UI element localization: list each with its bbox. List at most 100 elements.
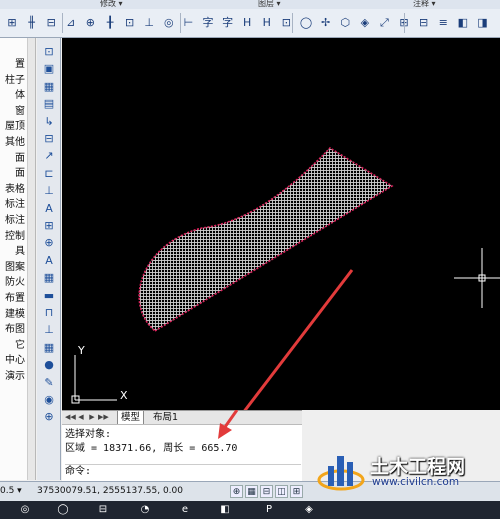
toolbar-tool-icon[interactable]: ⊡ — [40, 44, 58, 60]
panel-menu-item[interactable]: 建模 — [5, 308, 25, 322]
panel-menu-item[interactable]: 演示 — [5, 370, 25, 384]
ucs-x-label: X — [120, 389, 128, 402]
ribbon-tool-icon[interactable]: 字 — [200, 15, 216, 31]
status-toggle-icon[interactable]: ▦ — [245, 485, 258, 498]
ribbon-tool-icon[interactable]: ◧ — [455, 15, 471, 31]
ribbon-tool-icon[interactable]: ⤢ — [376, 15, 392, 31]
toolbar-tool-icon[interactable]: ⊞ — [40, 218, 58, 234]
ribbon-separator — [180, 13, 181, 33]
toolbar-tool-icon[interactable]: ▦ — [40, 270, 58, 286]
ribbon-group-annotate[interactable]: 注释 ▾ — [413, 0, 436, 9]
ribbon-tool-icon[interactable]: ⊟ — [416, 15, 432, 31]
toolbar-tool-icon[interactable]: ↳ — [40, 114, 58, 130]
toolbar-tool-icon[interactable]: ⊓ — [40, 305, 58, 321]
ribbon-tool-icon[interactable]: ⊞ — [4, 15, 20, 31]
annotation-scale[interactable]: 0.5 ▾ — [0, 486, 22, 496]
toolbar-tool-icon[interactable]: ⊥ — [40, 322, 58, 338]
ribbon-tool-icon[interactable]: ◈ — [357, 15, 373, 31]
watermark-url: www.civilcn.com — [372, 476, 460, 488]
taskbar-app-icon[interactable]: e — [178, 503, 192, 517]
toolbar-tool-icon[interactable]: ⊟ — [40, 131, 58, 147]
ribbon-tool-icon[interactable]: H — [259, 15, 275, 31]
toolbar-tool-icon[interactable]: ⊏ — [40, 166, 58, 182]
panel-menu-item[interactable]: 其他 — [5, 136, 25, 150]
cursor-coordinates: 37530079.51, 2555137.55, 0.00 — [37, 486, 183, 496]
ribbon-group-modify[interactable]: 修改 ▾ — [100, 0, 123, 9]
annotation-arrow — [243, 269, 354, 410]
panel-menu-item[interactable]: 防火 — [5, 276, 25, 290]
taskbar-app-icon[interactable]: ◯ — [56, 503, 70, 517]
panel-menu-item[interactable]: 柱子 — [5, 74, 25, 88]
panel-menu-item[interactable]: 窗 — [15, 105, 25, 119]
panel-menu-item[interactable]: 置 — [15, 58, 25, 72]
ribbon-group-layer[interactable]: 图层 ▾ — [258, 0, 281, 9]
status-toggle-icon[interactable]: ⊟ — [260, 485, 273, 498]
panel-menu-item[interactable]: 具 — [15, 245, 25, 259]
toolbar-tool-icon[interactable]: A — [40, 253, 58, 269]
status-toggle-icon[interactable]: ⊞ — [290, 485, 303, 498]
toolbar-tool-icon[interactable]: ↗ — [40, 148, 58, 164]
ribbon-tool-icon[interactable]: ⊢ — [180, 15, 196, 31]
ribbon-tool-icon[interactable]: ✢ — [318, 15, 334, 31]
panel-menu-item[interactable]: 面 — [15, 152, 25, 166]
panel-menu-item[interactable]: 标注 — [5, 214, 25, 228]
taskbar-app-icon[interactable]: ◧ — [218, 503, 232, 517]
ribbon-tool-icon[interactable]: H — [239, 15, 255, 31]
panel-menu-item[interactable]: 图案 — [5, 261, 25, 275]
ribbon-tool-icon[interactable]: ⊥ — [141, 15, 157, 31]
panel-menu-item[interactable]: 控制 — [5, 230, 25, 244]
taskbar-app-icon[interactable]: ◈ — [302, 503, 316, 517]
panel-menu-item[interactable]: 标注 — [5, 198, 25, 212]
ribbon-tool-icon[interactable]: ⬡ — [337, 15, 353, 31]
ribbon-tool-icon[interactable]: ◨ — [474, 15, 490, 31]
hatched-region[interactable] — [138, 146, 394, 332]
status-toggle-icon[interactable]: ⊕ — [230, 485, 243, 498]
panel-menu-item[interactable]: 布图 — [5, 323, 25, 337]
toolbar-tool-icon[interactable]: ⊕ — [40, 409, 58, 425]
panel-menu-item[interactable]: 屋顶 — [5, 120, 25, 134]
toolbar-tool-icon[interactable]: ✎ — [40, 375, 58, 391]
panel-scrollbar[interactable] — [27, 38, 35, 480]
site-watermark: 土木工程网 www.civilcn.com — [316, 448, 500, 494]
panel-menu-item[interactable]: 布置 — [5, 292, 25, 306]
ribbon-group-labels: 修改 ▾ 图层 ▾ 注释 ▾ — [0, 0, 500, 9]
toolbar-tool-icon[interactable]: A — [40, 201, 58, 217]
command-prompt-input[interactable]: 命令: — [65, 464, 301, 477]
panel-menu-item[interactable]: 中心 — [5, 354, 25, 368]
toolbar-tool-icon[interactable]: ⊕ — [40, 235, 58, 251]
ribbon-tool-icon[interactable]: ≡ — [435, 15, 451, 31]
toolbar-tool-icon[interactable]: ◉ — [40, 392, 58, 408]
ribbon-tool-icon[interactable]: ◎ — [161, 15, 177, 31]
ribbon-tool-icon[interactable]: ◯ — [298, 15, 314, 31]
ucs-icon — [71, 355, 117, 404]
taskbar-app-icon[interactable]: P — [262, 503, 276, 517]
windows-taskbar: ◎ ◯ ⊟ ◔ e ◧ P ◈ — [0, 501, 500, 519]
ribbon-tool-icon[interactable]: ⊟ — [43, 15, 59, 31]
taskbar-app-icon[interactable]: ⊟ — [96, 503, 110, 517]
panel-menu-item[interactable]: 它 — [15, 339, 25, 353]
taskbar-app-icon[interactable]: ◎ — [18, 503, 32, 517]
ribbon-tool-icon[interactable]: ⊿ — [63, 15, 79, 31]
ribbon-tool-icon[interactable]: ╂ — [102, 15, 118, 31]
ribbon-tool-icon[interactable]: ⊡ — [122, 15, 138, 31]
drawing-canvas[interactable]: Y X — [62, 38, 500, 410]
toolbar-tool-icon[interactable]: ▬ — [40, 288, 58, 304]
toolbar-tool-icon[interactable]: ▣ — [40, 61, 58, 77]
toolbar-tool-icon[interactable]: ▦ — [40, 79, 58, 95]
ribbon-tool-icon[interactable]: ╫ — [24, 15, 40, 31]
canvas-drawing: Y X — [71, 146, 500, 410]
ribbon-separator — [404, 13, 405, 33]
toolbar-tool-icon[interactable]: ▦ — [40, 340, 58, 356]
toolbar-tool-icon[interactable]: ⊥ — [40, 183, 58, 199]
taskbar-app-icon[interactable]: ◔ — [138, 503, 152, 517]
panel-menu-item[interactable]: 体 — [15, 89, 25, 103]
panel-menu-item[interactable]: 面 — [15, 167, 25, 181]
ribbon-tool-icon[interactable]: 字 — [220, 15, 236, 31]
panel-menu-item[interactable]: 表格 — [5, 183, 25, 197]
status-toggle-icon[interactable]: ◫ — [275, 485, 288, 498]
ribbon-tool-icon[interactable]: ⊕ — [82, 15, 98, 31]
toolbar-tool-icon[interactable]: ▤ — [40, 96, 58, 112]
tianzheng-menu-panel: 置柱子体窗屋顶 其他面面表格 标注 标注 控制具图案 防火 布置 建模 布图它中心 演示 — [0, 38, 36, 480]
watermark-title: 土木工程网 — [370, 456, 466, 478]
toolbar-tool-icon[interactable]: ● — [40, 357, 58, 373]
